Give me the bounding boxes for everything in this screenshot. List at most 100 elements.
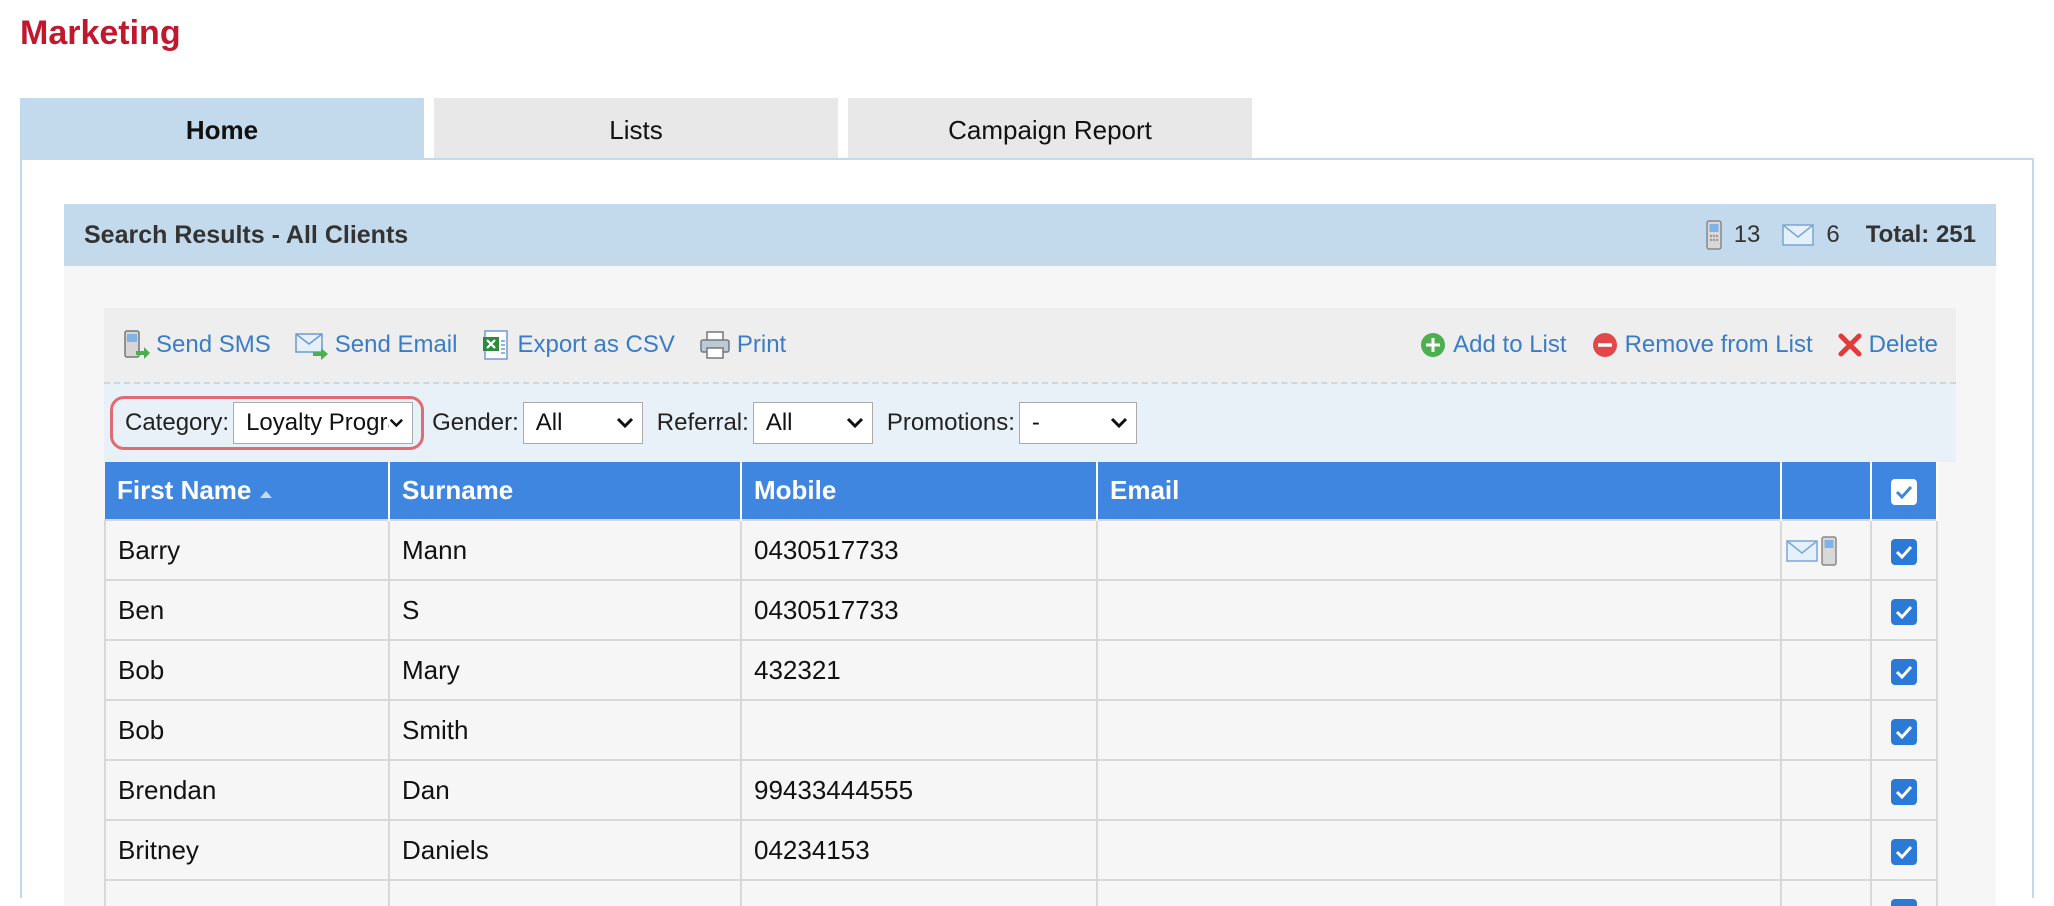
first-name-cell: Ben	[105, 580, 389, 640]
total-count: Total: 251	[1866, 221, 1976, 249]
first-name-cell: Bob	[105, 700, 389, 760]
column-email-label: Email	[1110, 475, 1179, 505]
toolbar-left: Send SMS Send Email	[122, 329, 786, 361]
surname-cell: Mary	[389, 640, 741, 700]
sort-asc-icon	[259, 489, 273, 499]
check-icon	[1895, 605, 1913, 619]
row-checkbox[interactable]	[1891, 659, 1917, 685]
add-to-list-label: Add to List	[1453, 331, 1566, 359]
delete-button[interactable]: Delete	[1837, 331, 1938, 359]
surname-cell: S	[389, 580, 741, 640]
surname-cell: Smith	[389, 700, 741, 760]
row-checkbox-cell	[1871, 640, 1937, 700]
first-name-cell: Britney	[105, 820, 389, 880]
table-row[interactable]: BrendanDan99433444555	[105, 760, 1937, 820]
results-header: Search Results - All Clients 13 6 Total:…	[64, 204, 1996, 266]
email-cell	[1097, 520, 1781, 580]
row-checkbox[interactable]	[1891, 539, 1917, 565]
envelope-icon	[1782, 224, 1814, 246]
tab-campaign-report[interactable]: Campaign Report	[848, 98, 1252, 160]
email-cell	[1097, 640, 1781, 700]
clients-table: First Name Surname Mobile Email BarryMan…	[104, 462, 1938, 906]
referral-label: Referral:	[657, 409, 749, 437]
table-row[interactable]: BobSmith	[105, 700, 1937, 760]
row-checkbox[interactable]	[1891, 899, 1917, 906]
tab-lists[interactable]: Lists	[434, 98, 838, 160]
column-first-name[interactable]: First Name	[105, 462, 389, 520]
mobile-cell: 04234153	[741, 820, 1097, 880]
remove-circle-icon	[1591, 331, 1619, 359]
mobile-cell: 0430517733	[741, 520, 1097, 580]
tab-bar: Home Lists Campaign Report	[20, 98, 1252, 160]
column-surname-label: Surname	[402, 475, 513, 505]
mobile-cell	[741, 700, 1097, 760]
delete-label: Delete	[1869, 331, 1938, 359]
send-sms-label: Send SMS	[156, 331, 271, 359]
surname-cell: Mann	[389, 520, 741, 580]
clients-table-wrap: First Name Surname Mobile Email BarryMan…	[104, 462, 1956, 906]
referral-select[interactable]: All	[753, 402, 873, 444]
print-button[interactable]: Print	[699, 330, 786, 360]
mobile-cell: 99433444555	[741, 760, 1097, 820]
gender-label: Gender:	[432, 409, 519, 437]
row-checkbox[interactable]	[1891, 779, 1917, 805]
surname-cell: Daniels	[389, 820, 741, 880]
select-all-checkbox[interactable]	[1891, 479, 1917, 505]
filter-bar: Category: Loyalty Program Gender: All Re…	[104, 384, 1956, 462]
row-checkbox[interactable]	[1891, 839, 1917, 865]
tab-home[interactable]: Home	[20, 98, 424, 160]
column-mobile-label: Mobile	[754, 475, 836, 505]
surname-cell: Dan	[389, 760, 741, 820]
table-row[interactable]: BenS0430517733	[105, 580, 1937, 640]
column-mobile[interactable]: Mobile	[741, 462, 1097, 520]
promotions-value: -	[1032, 409, 1040, 437]
gender-select[interactable]: All	[523, 402, 643, 444]
category-label: Category:	[125, 409, 229, 437]
table-row[interactable]: BritneyDaniels04234153	[105, 820, 1937, 880]
results-body: Send SMS Send Email	[64, 266, 1996, 906]
add-circle-icon	[1419, 331, 1447, 359]
column-surname[interactable]: Surname	[389, 462, 741, 520]
print-label: Print	[737, 331, 786, 359]
row-checkbox-cell	[1871, 520, 1937, 580]
action-toolbar: Send SMS Send Email	[104, 308, 1956, 384]
contact-icons-cell	[1781, 580, 1871, 640]
chevron-down-icon	[616, 417, 634, 429]
email-cell	[1097, 700, 1781, 760]
gender-value: All	[536, 409, 563, 437]
envelope-icon	[1786, 540, 1818, 562]
table-row[interactable]: BarryMann0430517733	[105, 520, 1937, 580]
contact-icons-cell	[1781, 520, 1871, 580]
mobile-phone-icon	[1706, 220, 1722, 250]
column-select-all	[1871, 462, 1937, 520]
promotions-select[interactable]: -	[1019, 402, 1137, 444]
printer-icon	[699, 330, 731, 360]
category-select[interactable]: Loyalty Program	[233, 402, 413, 444]
email-cell	[1097, 820, 1781, 880]
table-body: BarryMann0430517733BenS0430517733BobMary…	[105, 520, 1937, 906]
export-csv-button[interactable]: Export as CSV	[481, 329, 674, 361]
table-row[interactable]: BobMary432321	[105, 640, 1937, 700]
first-name-cell: Bob	[105, 640, 389, 700]
send-email-icon	[295, 330, 329, 360]
send-email-button[interactable]: Send Email	[295, 330, 458, 360]
category-filter-highlight: Category: Loyalty Program	[110, 396, 424, 450]
table-header-row: First Name Surname Mobile Email	[105, 462, 1937, 520]
first-name-cell: Barry	[105, 520, 389, 580]
category-value: Loyalty Program	[246, 409, 389, 437]
remove-from-list-button[interactable]: Remove from List	[1591, 331, 1813, 359]
column-email[interactable]: Email	[1097, 462, 1781, 520]
send-sms-button[interactable]: Send SMS	[122, 329, 271, 361]
row-checkbox-cell	[1871, 580, 1937, 640]
chevron-down-icon	[846, 417, 864, 429]
column-contact-icons	[1781, 462, 1871, 520]
add-to-list-button[interactable]: Add to List	[1419, 331, 1566, 359]
export-csv-label: Export as CSV	[517, 331, 674, 359]
export-csv-icon	[481, 329, 511, 361]
contact-icons-cell	[1781, 640, 1871, 700]
page-title: Marketing	[20, 14, 181, 53]
row-checkbox[interactable]	[1891, 719, 1917, 745]
row-checkbox-cell	[1871, 700, 1937, 760]
row-checkbox[interactable]	[1891, 599, 1917, 625]
check-icon	[1895, 485, 1913, 499]
